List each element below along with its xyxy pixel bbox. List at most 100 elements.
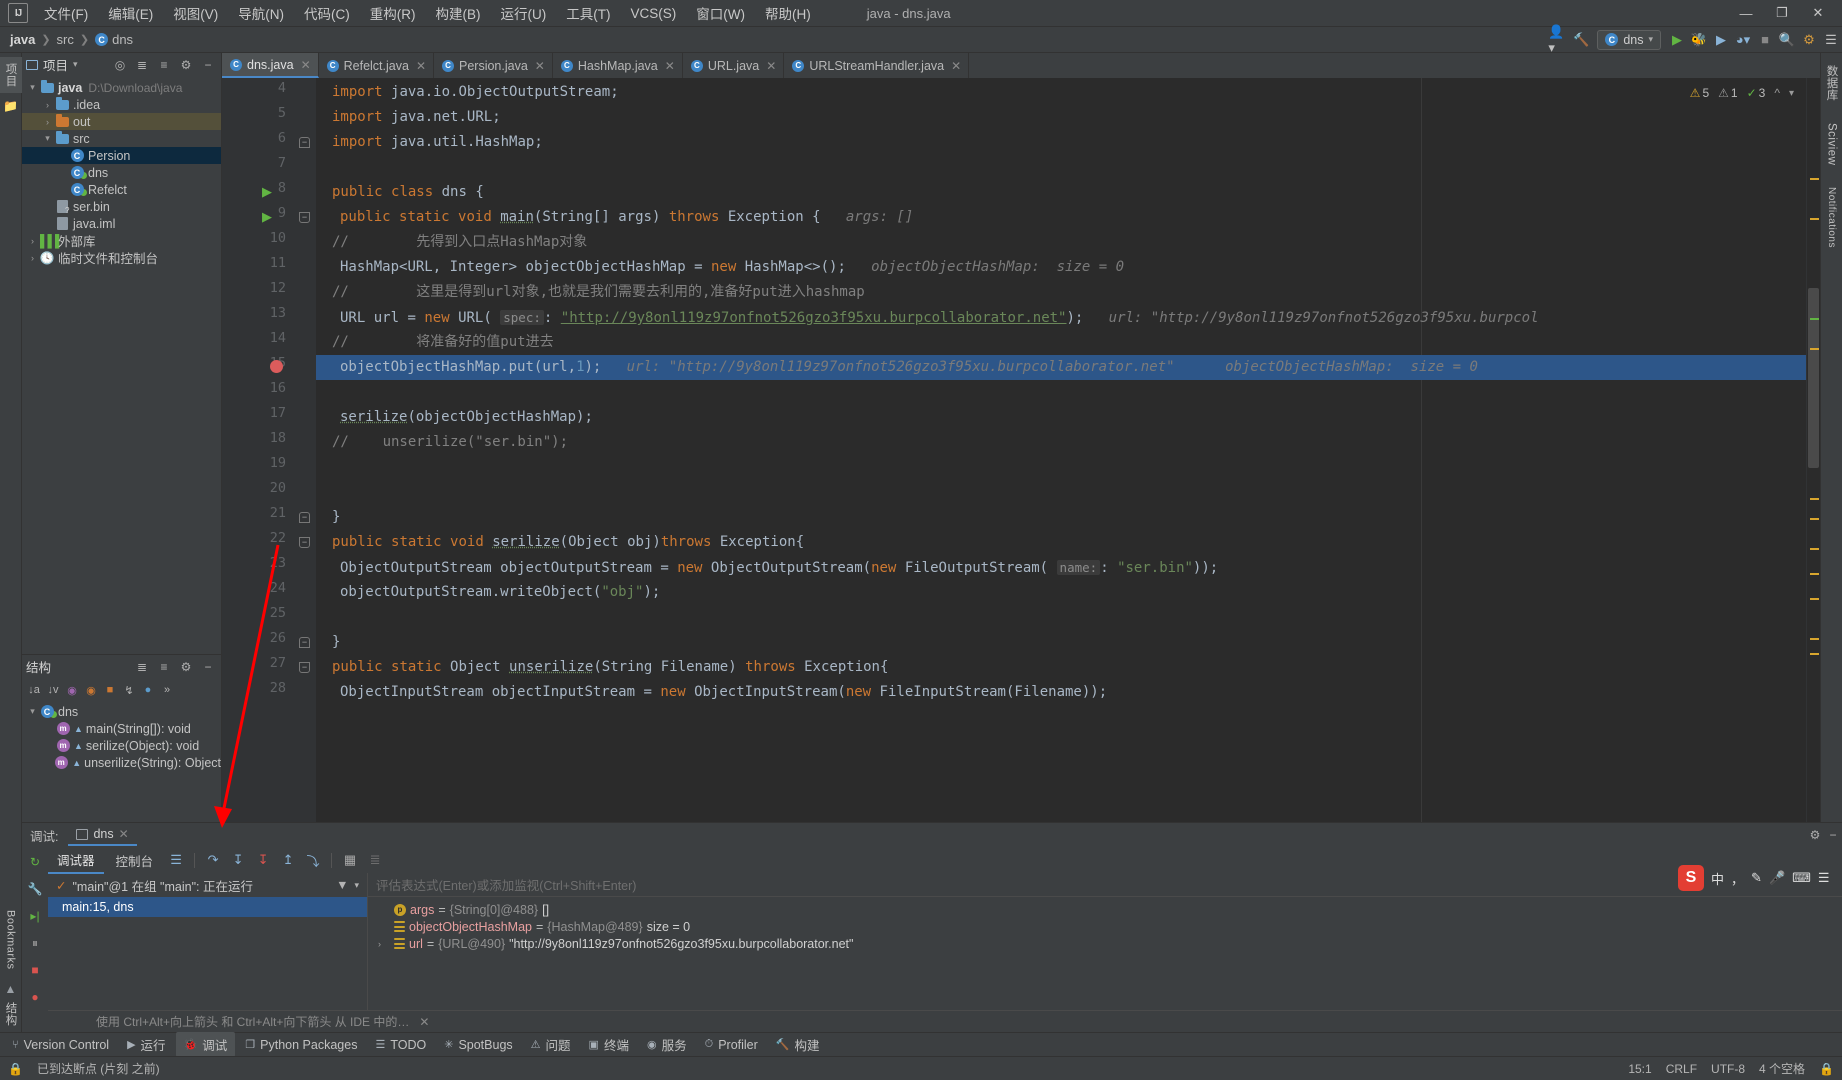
expand-arrow-icon[interactable]: ▾ (26, 82, 39, 93)
menu-vcs[interactable]: VCS(S) (621, 2, 687, 25)
rail-tab-structure[interactable]: 结构 (0, 996, 22, 1032)
menu-window[interactable]: 窗口(W) (686, 0, 755, 27)
chevron-down-icon[interactable]: ▾ (354, 880, 359, 891)
expand-arrow-icon[interactable]: › (26, 253, 39, 263)
close-icon[interactable]: ✕ (535, 59, 545, 73)
close-icon[interactable]: ✕ (665, 59, 675, 73)
run-icon[interactable]: ▶ (1666, 29, 1688, 51)
breadcrumb-project[interactable]: java (6, 30, 39, 49)
structure-tree-item[interactable]: m ▲ unserilize(String): Object (22, 754, 221, 771)
lock-icon-2[interactable]: 🔒 (1819, 1062, 1834, 1076)
gear-icon[interactable]: ⚙ (177, 56, 195, 74)
structure-tree[interactable]: ▾ Cdns m ▲ main(String[]): void m ▲ serilize(Ob… (22, 701, 221, 822)
toolstrip-服务[interactable]: ◉ 服务 (639, 1032, 695, 1057)
view-breakpoints-icon[interactable]: ● (26, 988, 44, 1006)
toolstrip-python-packages[interactable]: ❐ Python Packages (237, 1035, 365, 1055)
code-fold-icon[interactable]: − (299, 512, 310, 523)
code-line[interactable]: // unserilize("ser.bin"); (332, 430, 568, 455)
rail-tab-sciview[interactable]: Sciview (1823, 117, 1841, 171)
code-fold-icon[interactable]: − (299, 137, 310, 148)
run-gutter-icon[interactable]: ▶ (262, 184, 272, 200)
more-icon[interactable]: » (158, 681, 176, 699)
rail-tab-project[interactable]: 项目 (0, 57, 22, 93)
variable-row[interactable]: objectObjectHashMap = {HashMap@489} size = … (368, 918, 1842, 935)
step-over-icon[interactable]: ↷ (202, 849, 224, 871)
scroll-marker[interactable] (1810, 598, 1819, 600)
close-icon[interactable]: ✕ (951, 59, 961, 73)
variables-list[interactable]: p args = {String[0]@488}[] objectObjectHashM… (368, 897, 1842, 952)
scroll-marker[interactable] (1810, 518, 1819, 520)
show-fields-icon[interactable]: ◉ (63, 681, 81, 699)
code-line[interactable]: public static void serilize(Object obj)t… (332, 530, 804, 555)
search-icon[interactable]: 🔍 (1776, 29, 1798, 51)
project-tree-item[interactable]: java.iml (22, 215, 221, 232)
editor-tab[interactable]: C Persion.java ✕ (434, 53, 553, 78)
scroll-marker[interactable] (1810, 548, 1819, 550)
line-separator[interactable]: CRLF (1666, 1062, 1697, 1076)
breadcrumb-src[interactable]: src (53, 30, 78, 49)
expand-arrow-icon[interactable]: ▾ (26, 706, 39, 717)
scroll-marker[interactable] (1810, 638, 1819, 640)
step-out-icon[interactable]: ↥ (277, 849, 299, 871)
ime-pen-icon[interactable]: ✎ (1751, 870, 1762, 886)
code-view[interactable]: import java.io.ObjectOutputStream; import… (316, 78, 1806, 822)
caret-position[interactable]: 15:1 (1628, 1062, 1651, 1076)
menu-tools[interactable]: 工具(T) (556, 0, 620, 27)
scroll-marker[interactable] (1810, 653, 1819, 655)
structure-tree-item[interactable]: ▾ Cdns (22, 703, 221, 720)
code-fold-icon[interactable]: − (299, 637, 310, 648)
scroll-marker[interactable] (1810, 218, 1819, 220)
rail-tab-database[interactable]: 数据库 (1821, 59, 1842, 107)
scroll-marker[interactable] (1810, 498, 1819, 500)
minimize-button[interactable]: — (1728, 0, 1764, 26)
expand-arrow-icon[interactable]: ▾ (41, 133, 54, 144)
settings-icon[interactable]: ⚙ (1798, 29, 1820, 51)
menu-view[interactable]: 视图(V) (163, 0, 228, 27)
toolstrip-spotbugs[interactable]: ✳ SpotBugs (436, 1035, 520, 1055)
force-step-into-icon[interactable]: ↧ (252, 849, 274, 871)
scroll-marker[interactable] (1810, 178, 1819, 180)
variable-row[interactable]: p args = {String[0]@488}[] (368, 901, 1842, 918)
project-tree-item[interactable]: Cdns (22, 164, 221, 181)
code-line[interactable]: public static void main(String[] args) t… (340, 205, 913, 230)
expand-arrow-icon[interactable]: › (378, 939, 390, 949)
weak-warning-count[interactable]: ⚠ 1 (1718, 86, 1737, 100)
rail-tab-bookmarks[interactable]: Bookmarks (2, 904, 20, 976)
code-line[interactable]: HashMap<URL, Integer> objectObjectHashMa… (340, 255, 1124, 280)
toolstrip-todo[interactable]: ☰ TODO (367, 1035, 434, 1055)
close-button[interactable]: ✕ (1800, 0, 1836, 26)
toolstrip-终端[interactable]: ▣ 终端 (581, 1032, 637, 1057)
chevron-down-icon[interactable]: ▾ (1789, 88, 1794, 99)
code-line[interactable]: public static Object unserilize(String F… (332, 655, 888, 680)
show-inherited-icon[interactable]: ↯ (120, 681, 138, 699)
close-icon[interactable]: ✕ (416, 59, 426, 73)
scroll-overview[interactable] (1806, 78, 1820, 822)
project-tree-item[interactable]: › 🕓 临时文件和控制台 (22, 249, 221, 267)
warning-count[interactable]: ⚠ 5 (1690, 86, 1709, 100)
run-configuration-selector[interactable]: C dns ▾ (1597, 29, 1661, 50)
step-into-icon[interactable]: ↧ (227, 849, 249, 871)
project-tree-item[interactable]: › out (22, 113, 221, 130)
project-tree-item[interactable]: C Persion (22, 147, 221, 164)
close-icon[interactable]: ✕ (419, 1015, 429, 1029)
project-tree-item[interactable]: ▾ java D:\Download\java (22, 79, 221, 96)
hide-icon[interactable]: − (199, 56, 217, 74)
toolstrip-profiler[interactable]: ⏱ Profiler (697, 1035, 766, 1055)
menu-code[interactable]: 代码(C) (294, 0, 360, 27)
code-line[interactable]: import java.util.HashMap; (332, 130, 543, 155)
debug-session-tab[interactable]: dns ✕ (68, 824, 137, 846)
collapse-all-icon[interactable]: ≡ (155, 658, 173, 676)
menu-edit[interactable]: 编辑(E) (98, 0, 163, 27)
scroll-from-source-icon[interactable]: ◎ (111, 56, 129, 74)
editor-tabs[interactable]: Cdns.java ✕ C Refelct.java ✕ C Persion.java ✕ C H… (222, 53, 1820, 78)
close-icon[interactable]: ✕ (766, 59, 776, 73)
code-line[interactable]: // 这里是得到url对象,也就是我们需要去利用的,准备好put进入hashma… (332, 280, 865, 305)
evaluate-expression-input[interactable]: 评估表达式(Enter)或添加监视(Ctrl+Shift+Enter) + ▾ (368, 873, 1842, 897)
project-tree-item[interactable]: ser.bin (22, 198, 221, 215)
indent-setting[interactable]: 4 个空格 (1759, 1060, 1805, 1077)
project-tree-item[interactable]: C Refelct (22, 181, 221, 198)
code-fold-icon[interactable]: − (299, 662, 310, 673)
notifications-icon[interactable]: ☰ (1820, 29, 1842, 51)
project-tree-item[interactable]: ▾ src (22, 130, 221, 147)
show-non-public-icon[interactable]: ■ (101, 681, 119, 699)
